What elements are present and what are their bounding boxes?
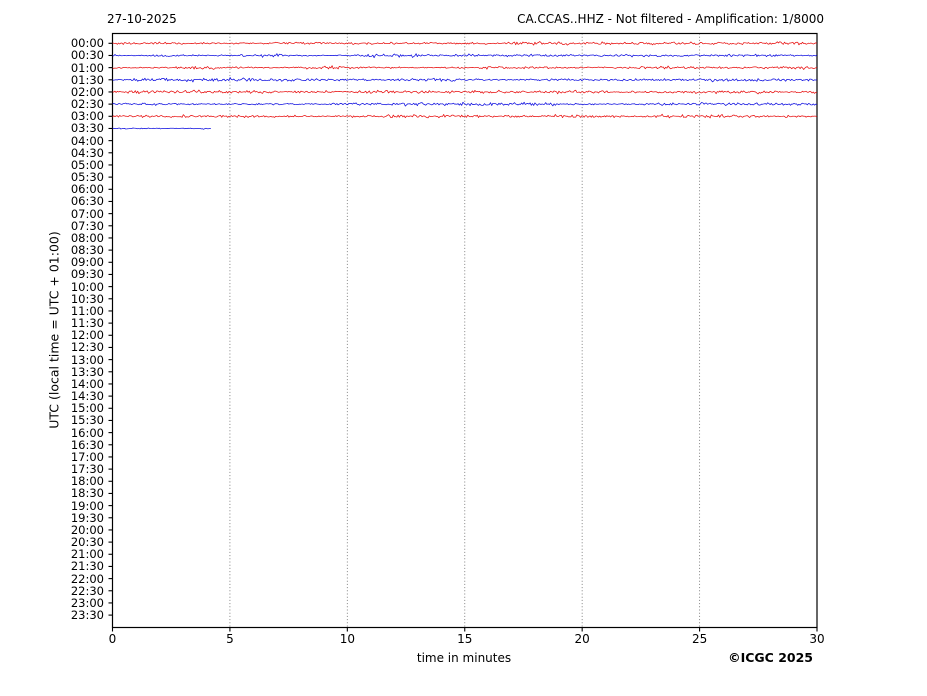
y-tick-label: 07:00 bbox=[30, 208, 104, 220]
y-tick-label: 04:30 bbox=[30, 147, 104, 159]
y-axis-title: UTC (local time = UTC + 01:00) bbox=[47, 231, 62, 429]
seismic-trace-0130 bbox=[113, 77, 817, 82]
seismic-trace-0330 bbox=[113, 128, 211, 129]
x-tick-label: 15 bbox=[450, 633, 480, 646]
y-tick-label: 23:30 bbox=[30, 609, 104, 621]
y-tick-label: 03:30 bbox=[30, 122, 104, 134]
seismic-trace-0000 bbox=[113, 42, 817, 46]
x-tick-label: 10 bbox=[332, 633, 362, 646]
y-tick-label: 07:30 bbox=[30, 220, 104, 232]
y-tick-label: 19:30 bbox=[30, 512, 104, 524]
y-tick-label: 22:00 bbox=[30, 573, 104, 585]
y-tick-label: 13:00 bbox=[30, 354, 104, 366]
y-tick-label: 06:30 bbox=[30, 195, 104, 207]
seismogram-plot bbox=[0, 0, 927, 696]
y-tick-label: 00:30 bbox=[30, 49, 104, 61]
y-tick-label: 01:00 bbox=[30, 62, 104, 74]
helicorder-page: 27-10-2025 CA.CCAS..HHZ - Not filtered -… bbox=[0, 0, 927, 696]
y-tick-label: 21:30 bbox=[30, 560, 104, 572]
x-tick-label: 0 bbox=[98, 633, 128, 646]
y-tick-label: 16:00 bbox=[30, 427, 104, 439]
y-tick-label: 22:30 bbox=[30, 585, 104, 597]
y-tick-label: 13:30 bbox=[30, 366, 104, 378]
copyright-credit: ©ICGC 2025 bbox=[728, 650, 813, 665]
y-tick-label: 16:30 bbox=[30, 439, 104, 451]
y-tick-label: 09:30 bbox=[30, 268, 104, 280]
seismic-trace-0230 bbox=[113, 102, 817, 106]
x-tick-label: 20 bbox=[567, 633, 597, 646]
x-axis-title: time in minutes bbox=[417, 651, 511, 665]
y-tick-label: 04:00 bbox=[30, 135, 104, 147]
y-tick-label: 10:00 bbox=[30, 281, 104, 293]
x-tick-label: 25 bbox=[685, 633, 715, 646]
y-tick-label: 15:30 bbox=[30, 414, 104, 426]
y-tick-label: 19:00 bbox=[30, 500, 104, 512]
x-tick-label: 5 bbox=[215, 633, 245, 646]
x-tick-label: 30 bbox=[802, 633, 832, 646]
y-tick-label: 01:30 bbox=[30, 74, 104, 86]
y-tick-label: 18:30 bbox=[30, 487, 104, 499]
y-tick-label: 12:30 bbox=[30, 341, 104, 353]
seismic-trace-0030 bbox=[113, 54, 817, 58]
y-tick-label: 10:30 bbox=[30, 293, 104, 305]
